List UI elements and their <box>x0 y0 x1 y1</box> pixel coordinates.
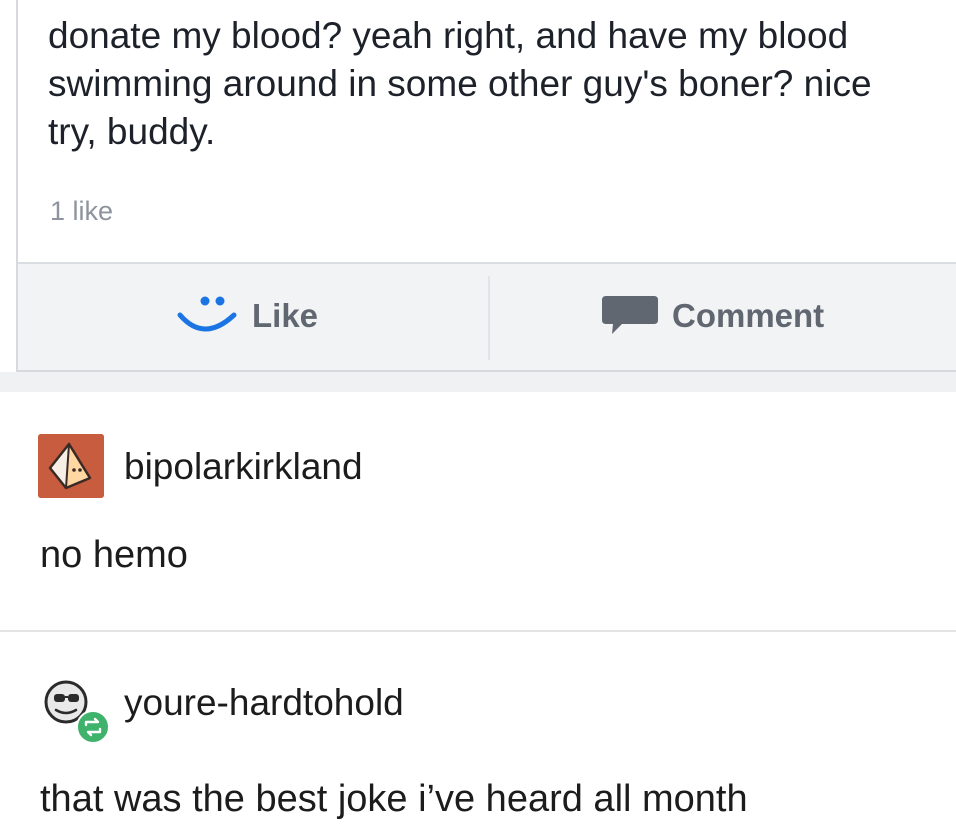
username[interactable]: youre-hardtohold <box>124 682 404 724</box>
username[interactable]: bipolarkirkland <box>124 446 363 488</box>
post-text: donate my blood? yeah right, and have my… <box>48 15 872 152</box>
comment-button[interactable]: Comment <box>600 264 824 368</box>
pyramid-avatar-icon[interactable] <box>38 434 104 498</box>
smile-like-icon <box>177 296 237 332</box>
reblog-reply: youre-hardtohold that was the best joke … <box>0 630 956 828</box>
reply-text: no hemo <box>40 534 188 576</box>
screenshot-root: donate my blood? yeah right, and have my… <box>0 0 956 828</box>
like-count[interactable]: 1 like <box>50 196 113 227</box>
facebook-post-card: donate my blood? yeah right, and have my… <box>16 0 956 372</box>
speech-bubble-icon <box>602 296 658 334</box>
reblog-badge-icon <box>76 710 110 744</box>
pyramid-avatar-graphic <box>38 434 104 498</box>
reblog-reply: bipolarkirkland no hemo <box>0 392 956 628</box>
post-action-bar: Like Comment <box>18 262 956 370</box>
like-button[interactable]: Like <box>174 264 318 368</box>
reply-text: that was the best joke i’ve heard all mo… <box>40 778 748 820</box>
comment-label: Comment <box>672 297 825 334</box>
action-divider <box>488 276 490 360</box>
section-separator <box>0 372 956 392</box>
like-label: Like <box>252 297 319 334</box>
